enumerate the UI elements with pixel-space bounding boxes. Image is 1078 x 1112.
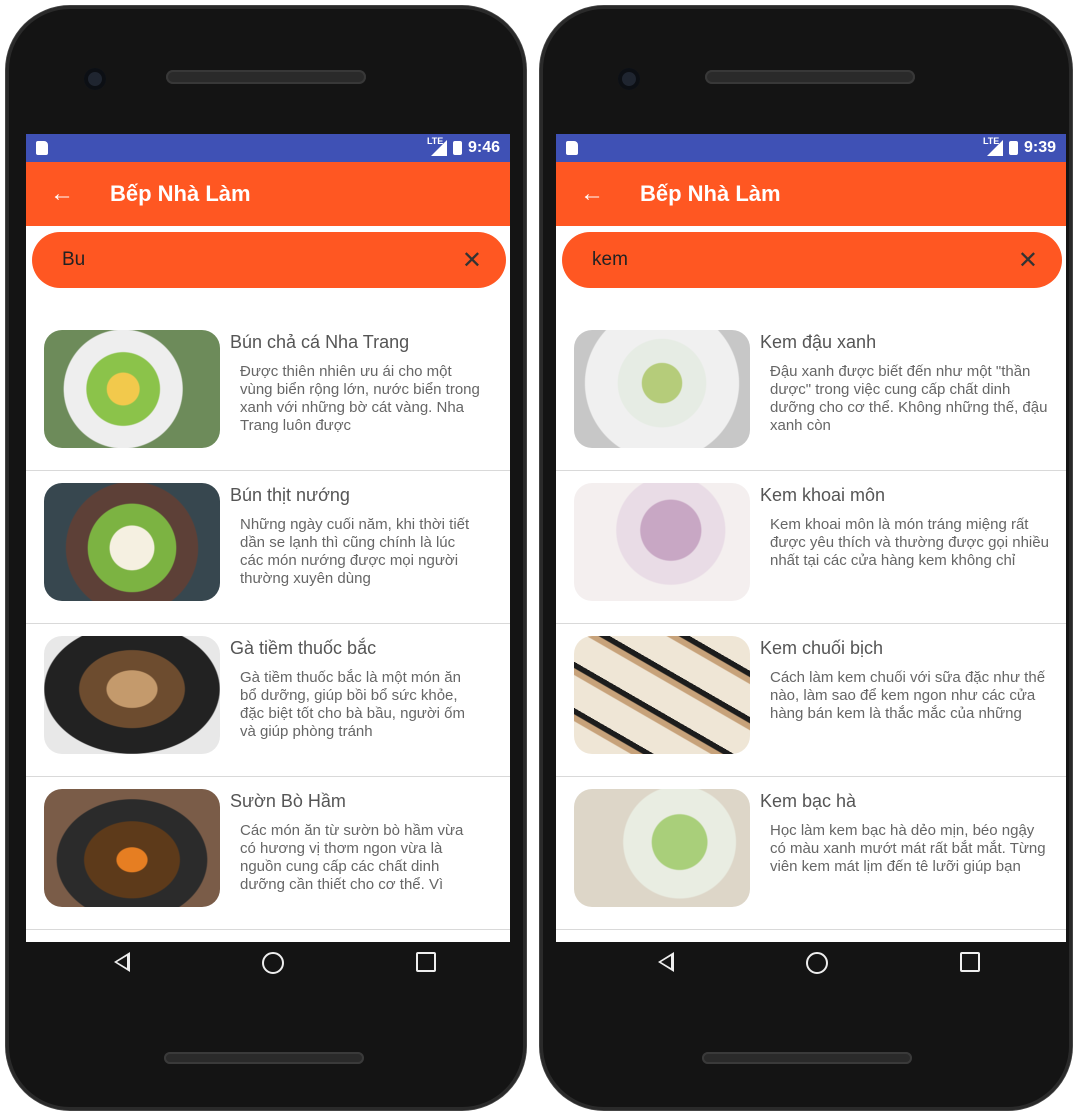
food-thumbnail xyxy=(574,483,750,601)
item-description: Học làm kem bạc hà dẻo mịn, béo ngậy có … xyxy=(770,822,1046,875)
status-time: 9:46 xyxy=(467,139,500,156)
food-thumbnail xyxy=(44,636,220,754)
phone-right: LTE 9:39 ← Bếp Nhà Làm ✕ Kem đậu xanh Đậ… xyxy=(540,6,1072,1110)
search-bar[interactable]: ✕ xyxy=(32,232,506,288)
app-title: Bếp Nhà Làm xyxy=(640,181,781,206)
item-description: Cách làm kem chuối với sữa đặc như thế n… xyxy=(770,669,1046,722)
signal-icon: LTE xyxy=(427,136,447,156)
item-title: Gà tiềm thuốc bắc xyxy=(230,638,377,658)
list-item[interactable]: Kem bạc hà Học làm kem bạc hà dẻo mịn, b… xyxy=(556,777,1066,930)
list-item[interactable]: Bún chả cá Nha Trang Được thiên nhiên ưu… xyxy=(26,318,510,471)
sd-card-icon xyxy=(36,141,48,155)
bottom-speaker xyxy=(164,1052,364,1064)
nav-bar xyxy=(658,952,980,974)
back-arrow-icon[interactable]: ← xyxy=(580,180,614,208)
list-item[interactable]: Bún thịt nướng Những ngày cuối năm, khi … xyxy=(26,471,510,624)
search-bar[interactable]: ✕ xyxy=(562,232,1062,288)
nav-bar xyxy=(114,952,436,974)
search-input[interactable] xyxy=(60,248,402,272)
item-description: Được thiên nhiên ưu ái cho một vùng biển… xyxy=(240,363,480,433)
item-title: Bún chả cá Nha Trang xyxy=(230,332,410,352)
bottom-speaker xyxy=(702,1052,912,1064)
back-arrow-icon[interactable]: ← xyxy=(50,180,84,208)
phone-left: LTE 9:46 ← Bếp Nhà Làm ✕ Bún chả cá Nha … xyxy=(6,6,526,1110)
nav-recents-icon[interactable] xyxy=(960,952,980,972)
food-thumbnail xyxy=(44,789,220,907)
item-title: Kem đậu xanh xyxy=(760,332,877,352)
app-bar: ← Bếp Nhà Làm xyxy=(26,162,510,226)
app-bar: ← Bếp Nhà Làm xyxy=(556,162,1066,226)
screen: LTE 9:39 ← Bếp Nhà Làm ✕ Kem đậu xanh Đậ… xyxy=(556,134,1066,942)
list-item[interactable]: Kem đậu xanh Đậu xanh được biết đến như … xyxy=(556,318,1066,471)
item-description: Các món ăn từ sườn bò hầm vừa có hương v… xyxy=(240,822,464,892)
item-title: Kem bạc hà xyxy=(760,791,857,811)
list-item[interactable]: Sườn Bò Hầm Các món ăn từ sườn bò hầm vừ… xyxy=(26,777,510,930)
item-description: Những ngày cuối năm, khi thời tiết dần s… xyxy=(240,516,470,586)
clear-icon[interactable]: ✕ xyxy=(1018,246,1038,275)
list-item[interactable]: Kem khoai môn Kem khoai môn là món tráng… xyxy=(556,471,1066,624)
sd-card-icon xyxy=(566,141,578,155)
nav-home-icon[interactable] xyxy=(806,952,828,974)
recipe-list: Kem đậu xanh Đậu xanh được biết đến như … xyxy=(556,318,1066,930)
battery-icon xyxy=(1008,141,1018,155)
food-thumbnail xyxy=(574,330,750,448)
status-time: 9:39 xyxy=(1023,139,1056,156)
app-title: Bếp Nhà Làm xyxy=(110,181,251,206)
food-thumbnail xyxy=(44,330,220,448)
front-camera xyxy=(618,68,640,90)
item-title: Bún thịt nướng xyxy=(230,485,350,505)
nav-home-icon[interactable] xyxy=(262,952,284,974)
list-item[interactable]: Kem chuối bịch Cách làm kem chuối với sữ… xyxy=(556,624,1066,777)
earpiece-speaker xyxy=(166,70,366,84)
signal-icon: LTE xyxy=(983,136,1003,156)
earpiece-speaker xyxy=(705,70,915,84)
food-thumbnail xyxy=(44,483,220,601)
item-description: Kem khoai môn là món tráng miệng rất đượ… xyxy=(770,516,1049,569)
status-bar: LTE 9:39 xyxy=(556,134,1066,162)
clear-icon[interactable]: ✕ xyxy=(462,246,482,275)
battery-icon xyxy=(452,141,462,155)
food-thumbnail xyxy=(574,636,750,754)
item-title: Kem khoai môn xyxy=(760,485,886,505)
front-camera xyxy=(84,68,106,90)
item-description: Đậu xanh được biết đến như một "thần dượ… xyxy=(770,363,1048,433)
item-title: Kem chuối bịch xyxy=(760,638,884,658)
screen: LTE 9:46 ← Bếp Nhà Làm ✕ Bún chả cá Nha … xyxy=(26,134,510,942)
nav-back-icon[interactable] xyxy=(658,952,674,972)
status-bar: LTE 9:46 xyxy=(26,134,510,162)
food-thumbnail xyxy=(574,789,750,907)
item-title: Sườn Bò Hầm xyxy=(230,791,346,811)
search-input[interactable] xyxy=(590,248,953,272)
nav-recents-icon[interactable] xyxy=(416,952,436,972)
nav-back-icon[interactable] xyxy=(114,952,130,972)
item-description: Gà tiềm thuốc bắc là một món ăn bổ dưỡng… xyxy=(240,669,466,739)
recipe-list: Bún chả cá Nha Trang Được thiên nhiên ưu… xyxy=(26,318,510,930)
list-item[interactable]: Gà tiềm thuốc bắc Gà tiềm thuốc bắc là m… xyxy=(26,624,510,777)
